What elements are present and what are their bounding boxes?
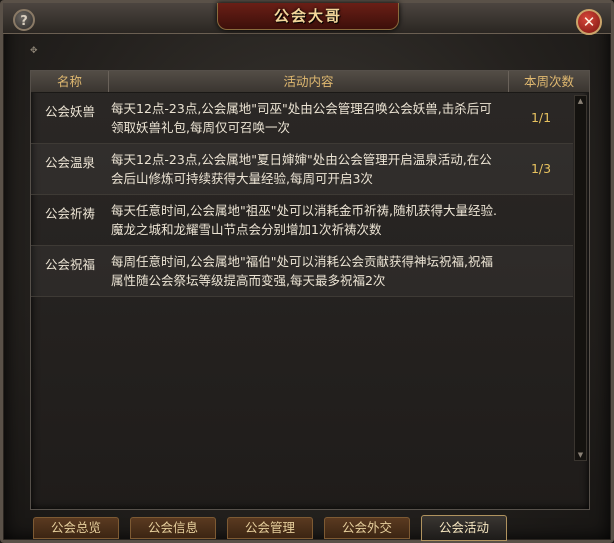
- tab-guild-diplomacy[interactable]: 公会外交: [324, 517, 410, 539]
- table-row[interactable]: 公会温泉 每天12点-23点,公会属地"夏日婶婶"处由公会管理开启温泉活动,在公…: [31, 144, 573, 195]
- weekly-count: 1/1: [530, 110, 552, 125]
- table-row[interactable]: 公会祝福 每周任意时间,公会属地"福伯"处可以消耗公会贡献获得神坛祝福,祝福属性…: [31, 246, 573, 297]
- activity-description: 每天12点-23点,公会属地"司巫"处由公会管理召唤公会妖兽,击杀后可领取妖兽礼…: [111, 101, 492, 135]
- activity-name: 公会祈祷: [44, 206, 95, 221]
- activity-table: 名称 活动内容 本周次数 公会妖兽 每天12点-23点,公会属地"司巫"处由公会…: [30, 70, 590, 510]
- column-header-name: 名称: [31, 71, 109, 92]
- activity-description: 每天任意时间,公会属地"祖巫"处可以消耗金币祈祷,随机获得大量经验.魔龙之城和龙…: [111, 203, 497, 237]
- activity-description: 每天12点-23点,公会属地"夏日婶婶"处由公会管理开启温泉活动,在公会后山修炼…: [111, 152, 492, 186]
- table-row[interactable]: 公会祈祷 每天任意时间,公会属地"祖巫"处可以消耗金币祈祷,随机获得大量经验.魔…: [31, 195, 573, 246]
- column-header-count: 本周次数: [523, 74, 574, 89]
- help-icon[interactable]: ?: [13, 9, 35, 31]
- ornament-icon: ✥: [30, 46, 38, 56]
- table-row[interactable]: 公会妖兽 每天12点-23点,公会属地"司巫"处由公会管理召唤公会妖兽,击杀后可…: [31, 93, 573, 144]
- activity-description: 每周任意时间,公会属地"福伯"处可以消耗公会贡献获得神坛祝福,祝福属性随公会祭坛…: [111, 254, 493, 288]
- table-header: 名称 活动内容 本周次数: [31, 71, 589, 93]
- scroll-down-icon[interactable]: ▼: [575, 450, 586, 460]
- guild-window: ? 公会大哥 ✕ ✥ 名称 活动内容 本周次数 公会妖兽 每天12点-23点,公…: [0, 0, 614, 543]
- tab-guild-overview[interactable]: 公会总览: [33, 517, 119, 539]
- scroll-up-icon[interactable]: ▲: [575, 96, 586, 106]
- title-plate: 公会大哥: [217, 3, 399, 30]
- close-icon[interactable]: ✕: [576, 9, 602, 35]
- activity-name: 公会妖兽: [44, 104, 95, 119]
- window-title: 公会大哥: [273, 7, 342, 25]
- title-bar: ? 公会大哥 ✕: [3, 3, 611, 35]
- column-header-content: 活动内容: [109, 71, 509, 92]
- tab-guild-activities[interactable]: 公会活动: [421, 515, 507, 541]
- bottom-tab-bar: 公会总览 公会信息 公会管理 公会外交 公会活动: [33, 515, 593, 541]
- tab-guild-info[interactable]: 公会信息: [130, 517, 216, 539]
- activity-name: 公会温泉: [44, 155, 95, 170]
- tab-guild-management[interactable]: 公会管理: [227, 517, 313, 539]
- weekly-count: 1/3: [530, 161, 552, 176]
- vertical-scrollbar[interactable]: ▲ ▼: [574, 95, 587, 461]
- activity-name: 公会祝福: [44, 257, 95, 272]
